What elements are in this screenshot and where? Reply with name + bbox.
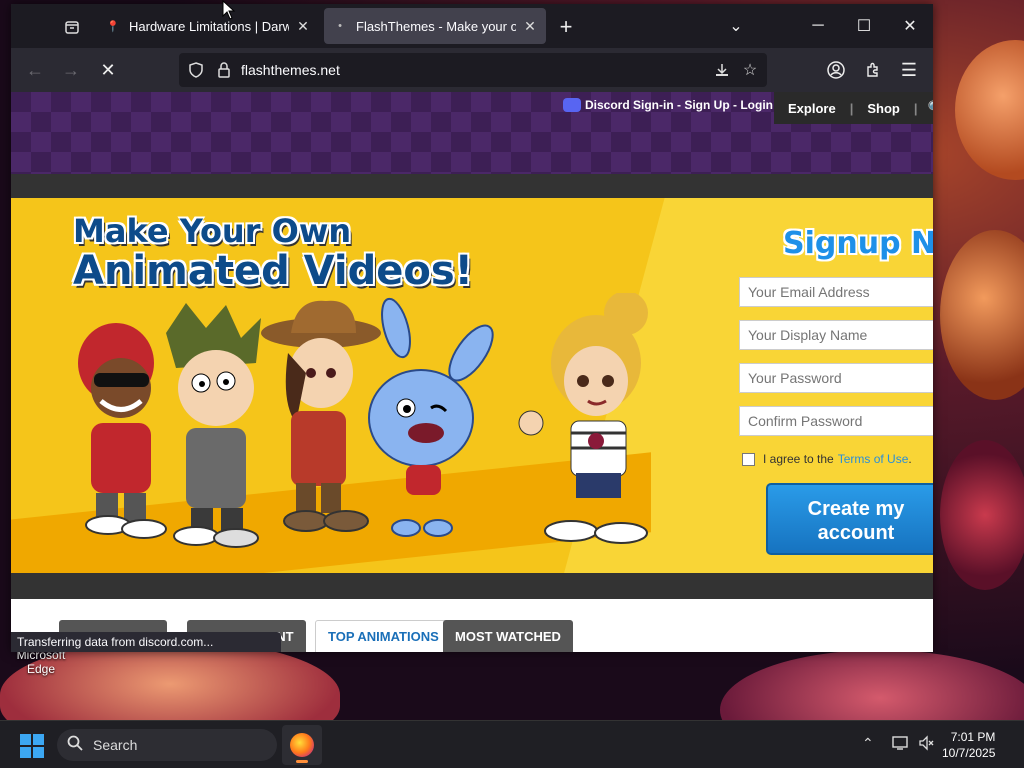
browser-window: 📍 Hardware Limitations | DarwinK ✕ • Fla…	[11, 4, 933, 652]
taskbar: Search ⌃ 7:01 PM 10/7/2025	[0, 720, 1024, 768]
stop-loading-icon[interactable]: ✕	[94, 56, 122, 84]
tab-flashthemes[interactable]: • FlashThemes - Make your own a ✕	[324, 8, 546, 44]
hero-banner: Make Your Own Animated Videos! Signup N …	[11, 198, 933, 573]
signup-title: Signup Now	[783, 226, 933, 261]
tab-most-watched[interactable]: MOST WATCHED	[443, 620, 573, 652]
header-band	[11, 174, 933, 198]
minimize-button[interactable]: ─	[803, 12, 833, 40]
volume-muted-icon[interactable]	[918, 735, 934, 754]
search-icon[interactable]: 🔍	[927, 100, 933, 116]
mouse-cursor-icon	[222, 0, 236, 20]
new-tab-button[interactable]: +	[553, 14, 579, 40]
clock-time: 7:01 PM	[950, 730, 996, 744]
desktop-shortcut-label-2: Edge	[26, 662, 56, 676]
account-icon[interactable]	[822, 56, 850, 84]
loading-dot-icon: •	[338, 20, 342, 32]
chevron-up-icon[interactable]: ⌃	[862, 735, 874, 752]
cartoon-characters-illustration	[78, 293, 648, 548]
firefox-taskbar-icon[interactable]	[282, 725, 322, 765]
network-icon[interactable]	[892, 735, 910, 754]
tab-hardware-limitations[interactable]: 📍 Hardware Limitations | DarwinK ✕	[97, 8, 319, 44]
banner-bottom-band	[11, 573, 933, 599]
discord-icon	[563, 98, 581, 112]
character-green-hair	[166, 303, 261, 548]
headline-line-1: Make Your Own	[73, 212, 352, 250]
nav-separator: |	[913, 100, 918, 116]
wallpaper-shape	[940, 230, 1024, 400]
tab-top-animations[interactable]: TOP ANIMATIONS	[315, 620, 452, 652]
password-field[interactable]	[739, 363, 933, 393]
nav-explore[interactable]: Explore	[774, 101, 850, 116]
terms-checkbox[interactable]	[742, 452, 755, 466]
status-bar: Transferring data from discord.com...	[11, 632, 281, 652]
character-red-hoodie	[78, 323, 167, 539]
character-cowboy-hat	[261, 300, 381, 532]
download-icon[interactable]	[713, 61, 731, 79]
character-blue-bunny	[368, 297, 494, 537]
tracking-shield-icon[interactable]	[187, 61, 205, 79]
search-icon	[67, 735, 83, 755]
discord-link-text: Discord Sign-in - Sign Up - Login	[585, 98, 773, 112]
clock-date: 10/7/2025	[942, 746, 996, 760]
list-all-tabs-icon[interactable]: ⌄	[721, 12, 751, 40]
create-account-button[interactable]: Create my account	[766, 483, 933, 555]
discord-login-link[interactable]: Discord Sign-in - Sign Up - Login	[563, 98, 773, 112]
bookmark-star-icon[interactable]: ☆	[741, 61, 759, 79]
agree-period: .	[908, 452, 912, 466]
forward-arrow-icon[interactable]: →	[57, 56, 85, 84]
taskbar-search[interactable]: Search	[57, 729, 277, 761]
nav-shop[interactable]: Shop	[853, 101, 914, 116]
address-bar[interactable]: flashthemes.net ☆	[179, 53, 767, 87]
email-field[interactable]	[739, 277, 933, 307]
close-tab-icon[interactable]: ✕	[295, 18, 311, 34]
wallpaper-shape	[955, 40, 1024, 180]
firefox-logo-icon	[290, 733, 314, 757]
confirm-password-field[interactable]	[739, 406, 933, 436]
maximize-button[interactable]: ☐	[849, 12, 879, 40]
page-content: Discord Sign-in - Sign Up - Login Explor…	[11, 92, 933, 652]
windows-start-icon[interactable]	[20, 734, 44, 758]
display-name-field[interactable]	[739, 320, 933, 350]
create-button-line-2: account	[817, 522, 895, 544]
character-blonde-girl	[518, 293, 648, 544]
navigation-bar: ← → ✕ flashthemes.net ☆ ☰	[11, 48, 933, 92]
site-header: Discord Sign-in - Sign Up - Login Explor…	[11, 92, 933, 174]
terms-of-use-link[interactable]: Terms of Use	[838, 452, 909, 466]
system-clock[interactable]: 7:01 PM 10/7/2025	[942, 729, 995, 761]
extensions-icon[interactable]	[859, 56, 887, 84]
site-nav: Explore | Shop | 🔍	[774, 92, 933, 124]
terms-agreement: I agree to the Terms of Use .	[742, 452, 912, 466]
tab-title: Hardware Limitations | DarwinK	[129, 18, 289, 34]
lock-icon[interactable]	[215, 61, 233, 79]
active-app-indicator	[296, 760, 308, 763]
url-text: flashthemes.net	[241, 62, 340, 78]
wallpaper-shape	[940, 440, 1024, 590]
tab-title: FlashThemes - Make your own a	[356, 18, 516, 34]
create-button-line-1: Create my	[807, 498, 905, 520]
taskbar-search-label: Search	[93, 737, 138, 753]
desktop-shortcut-edge[interactable]: Microsoft Edge	[12, 648, 70, 676]
pin-icon: 📍	[106, 20, 120, 33]
close-tab-icon[interactable]: ✕	[522, 18, 538, 34]
headline-line-2: Animated Videos!	[73, 248, 473, 294]
back-arrow-icon[interactable]: ←	[21, 56, 49, 84]
menu-icon[interactable]: ☰	[895, 56, 923, 84]
tab-manager-icon[interactable]	[59, 14, 85, 40]
agree-text: I agree to the	[763, 452, 834, 466]
tab-bar: 📍 Hardware Limitations | DarwinK ✕ • Fla…	[11, 4, 933, 48]
close-window-button[interactable]: ✕	[895, 12, 925, 40]
